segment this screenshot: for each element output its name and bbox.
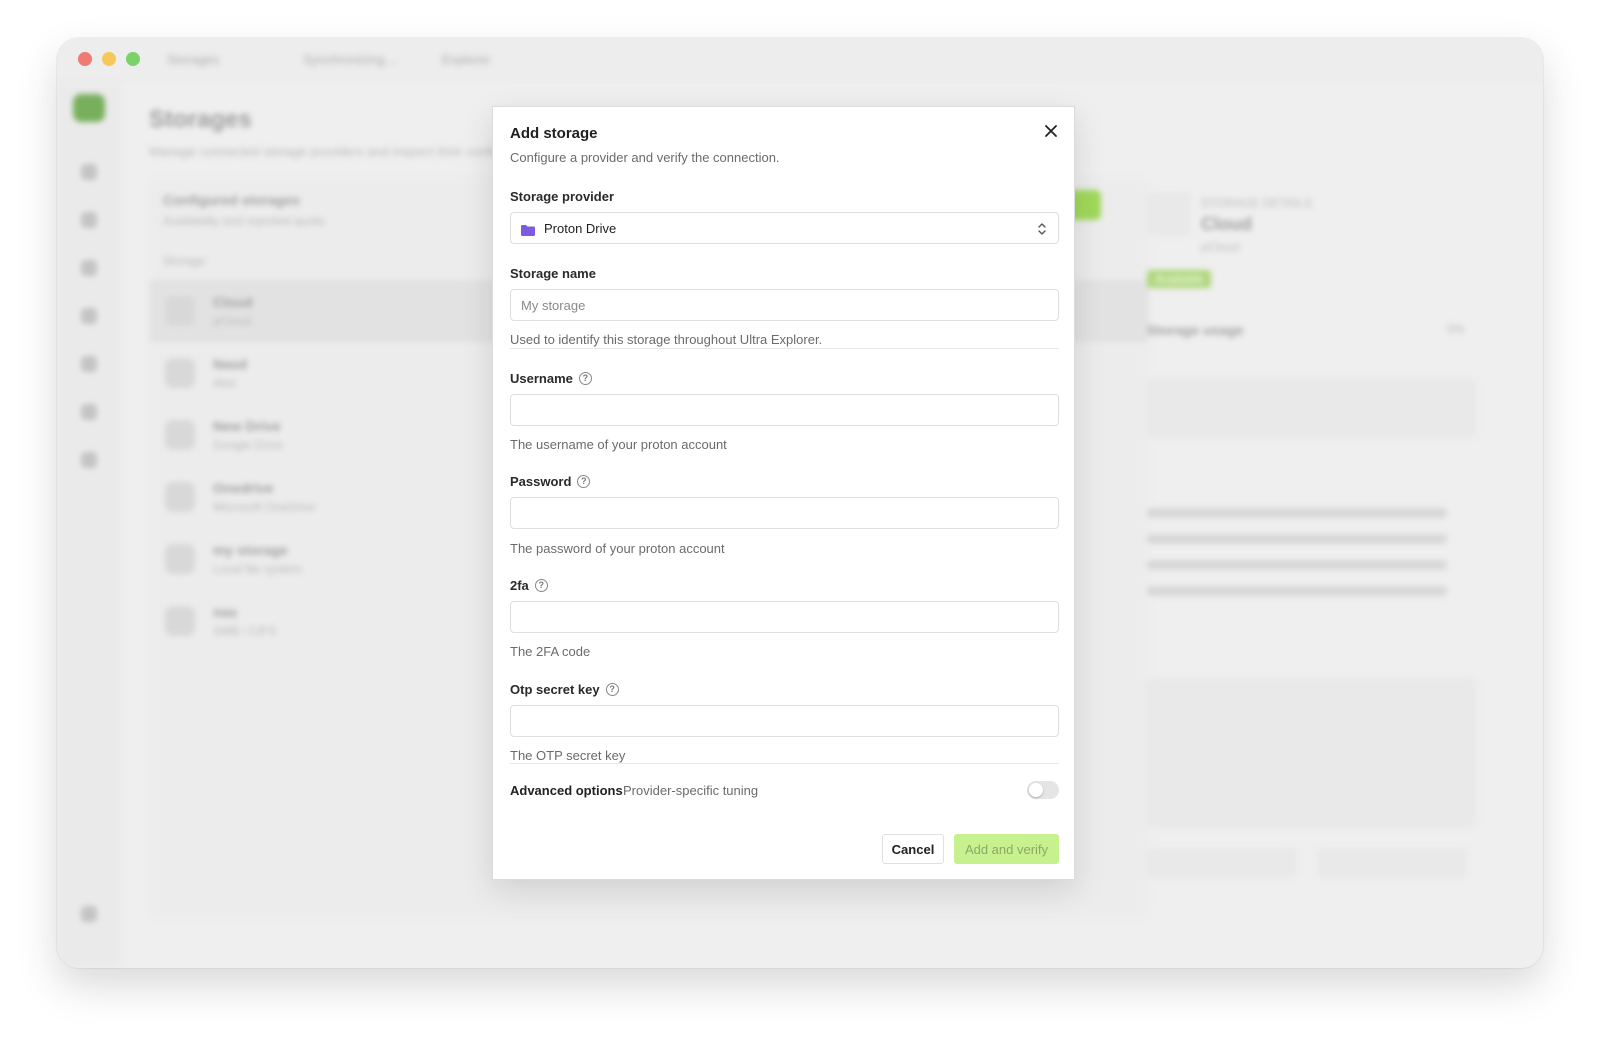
toggle-knob [1029,783,1043,797]
twofa-label-text: 2fa [510,578,529,593]
advanced-options-label: Advanced options [510,783,623,798]
add-storage-dialog: Add storage Configure a provider and ver… [492,106,1075,880]
cancel-button[interactable]: Cancel [882,834,944,864]
password-hint: The password of your proton account [510,541,725,556]
username-label: Username ? [510,371,592,386]
close-icon[interactable] [1041,121,1061,141]
help-icon[interactable]: ? [577,475,591,488]
otp-secret-label: Otp secret key ? [510,682,619,697]
folder-icon [521,223,535,236]
divider [510,348,1059,349]
help-icon[interactable]: ? [534,579,548,592]
otp-secret-input[interactable] [510,705,1059,737]
otp-secret-label-text: Otp secret key [510,682,600,697]
help-icon[interactable]: ? [578,372,592,385]
provider-selected-value: Proton Drive [544,220,617,236]
advanced-options-sublabel: Provider-specific tuning [623,783,759,798]
username-label-text: Username [510,371,573,386]
username-hint: The username of your proton account [510,437,727,452]
twofa-label: 2fa ? [510,578,548,593]
password-label: Password ? [510,474,591,489]
storage-name-label: Storage name [510,266,596,281]
chevron-up-down-icon [1036,221,1048,242]
help-icon[interactable]: ? [605,683,619,696]
dialog-description: Configure a provider and verify the conn… [510,150,780,165]
twofa-input[interactable] [510,601,1059,633]
divider [510,763,1059,764]
twofa-hint: The 2FA code [510,644,591,659]
provider-label: Storage provider [510,189,614,204]
storage-name-label-text: Storage name [510,266,596,281]
username-input[interactable] [510,394,1059,426]
otp-secret-hint: The OTP secret key [510,748,626,763]
advanced-options-toggle[interactable] [1027,781,1059,799]
add-and-verify-button[interactable]: Add and verify [954,834,1059,864]
storage-name-input[interactable] [510,289,1059,321]
storage-name-hint: Used to identify this storage throughout… [510,332,823,347]
provider-select[interactable]: Proton Drive [510,212,1059,244]
password-input[interactable] [510,497,1059,529]
password-label-text: Password [510,474,572,489]
provider-label-text: Storage provider [510,189,615,204]
dialog-title: Add storage [510,125,598,142]
